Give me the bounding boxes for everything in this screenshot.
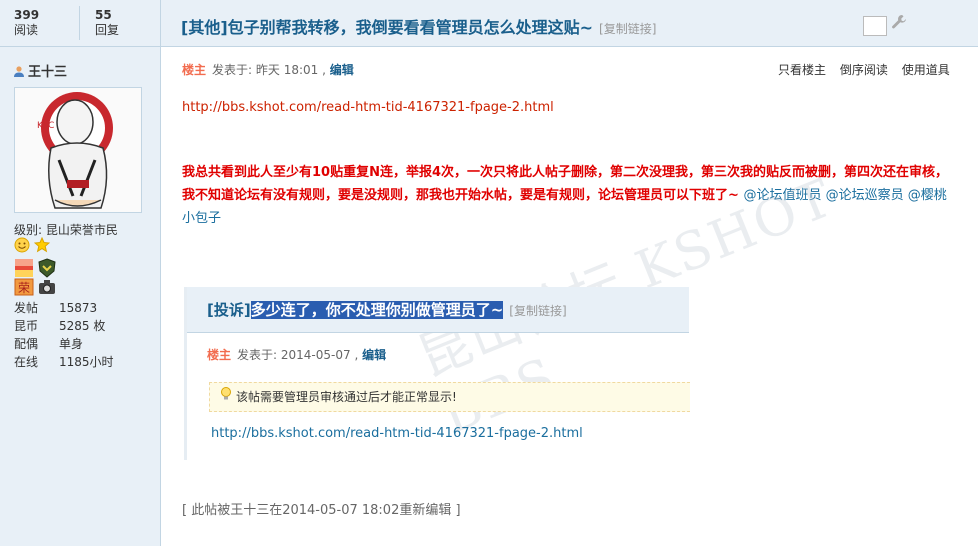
avatar[interactable]: KFC — [14, 87, 142, 213]
edit-link[interactable]: 编辑 — [330, 63, 354, 77]
fire-badge-icon: 荣 — [14, 278, 34, 299]
toolbar-checkbox[interactable] — [863, 16, 887, 36]
quoted-title-bar: [投诉]多少连了，你不处理你别做管理员了~ [复制链接] — [187, 287, 689, 333]
user-icon — [14, 66, 24, 77]
post-tools: 只看楼主 倒序阅读 使用道具 — [768, 61, 950, 78]
author-level: 级别: 昆山荣誉市民 — [14, 223, 118, 237]
quoted-copy-link[interactable]: [复制链接] — [509, 304, 566, 318]
smile-icon — [14, 237, 34, 256]
svg-text:荣: 荣 — [18, 281, 30, 295]
use-tools-link[interactable]: 使用道具 — [902, 63, 950, 77]
author-info: 发帖 15873 昆币 5285 枚 配偶 单身 在线 1185小时 — [14, 299, 154, 371]
review-notice-text: 该帖需要管理员审核通过后才能正常显示! — [236, 390, 457, 404]
wrench-icon[interactable] — [891, 14, 907, 34]
review-notice: 该帖需要管理员审核通过后才能正常显示! — [209, 382, 690, 412]
info-row: 发帖 15873 — [14, 301, 98, 315]
reverse-order-link[interactable]: 倒序阅读 — [840, 63, 888, 77]
views-count: 399 — [14, 8, 40, 22]
quoted-url-link[interactable]: http://bbs.kshot.com/read-htm-tid-416732… — [211, 426, 583, 441]
post-body: 我总共看到此人至少有10贴重复N连，举报4次，一次只将此人帖子删除，第二次没理我… — [182, 161, 958, 230]
svg-text:KFC: KFC — [37, 121, 54, 131]
edited-note: [ 此帖被王十三在2014-05-07 18:02重新编辑 ] — [182, 503, 461, 518]
replies-stat: 55 回复 — [95, 8, 155, 38]
thread-stats: 399 阅读 55 回复 — [0, 0, 161, 47]
star-icon — [33, 236, 51, 256]
post-url-link[interactable]: http://bbs.kshot.com/read-htm-tid-416732… — [182, 100, 554, 115]
quoted-title: [投诉]多少连了，你不处理你别做管理员了~ [复制链接] — [207, 299, 567, 320]
camera-badge-icon — [38, 279, 56, 298]
info-row: 在线 1185小时 — [14, 355, 114, 369]
views-stat: 399 阅读 — [14, 8, 74, 38]
views-label: 阅读 — [14, 23, 39, 37]
replies-count: 55 — [95, 8, 112, 22]
author-name-text: 王十三 — [28, 65, 68, 80]
thread-title: [其他]包子别帮我转移，我倒要看看管理员怎么处理这贴~ [复制链接] — [181, 14, 656, 38]
info-row: 昆币 5285 枚 — [14, 319, 106, 333]
quoted-post: [投诉]多少连了，你不处理你别做管理员了~ [复制链接] 楼主 发表于: 2014-… — [184, 287, 690, 460]
author-name[interactable]: 王十三 — [14, 61, 67, 80]
thread-title-bar: [其他]包子别帮我转移，我倒要看看管理员怎么处理这贴~ [复制链接] — [161, 0, 978, 47]
thread-title-text: [其他]包子别帮我转移，我倒要看看管理员怎么处理这贴~ — [181, 18, 594, 37]
stats-divider — [79, 6, 80, 40]
quoted-header: 楼主 发表于: 2014-05-07 , 编辑 — [207, 348, 387, 362]
quoted-floor-label: 楼主 — [207, 348, 232, 362]
post-time: 发表于: 昨天 18:01 — [212, 63, 319, 77]
only-author-link[interactable]: 只看楼主 — [778, 63, 826, 77]
quoted-tag: [投诉] — [207, 301, 251, 319]
info-row: 配偶 单身 — [14, 337, 84, 351]
badge-row-1 — [14, 236, 51, 256]
floor-label: 楼主 — [182, 63, 207, 77]
shield-badge-icon — [38, 258, 56, 281]
author-sidebar: 王十三 KFC 级别: 昆山荣誉市民 荣 发帖 15873 昆币 5285 枚 … — [0, 47, 161, 546]
quoted-post-time: 发表于: 2014-05-07 — [237, 348, 351, 362]
replies-label: 回复 — [95, 23, 120, 37]
quoted-edit-link[interactable]: 编辑 — [362, 348, 386, 362]
post-header: 楼主 发表于: 昨天 18:01 , 编辑 — [182, 63, 354, 77]
copy-link[interactable]: [复制链接] — [599, 22, 656, 36]
quoted-title-text: 多少连了，你不处理你别做管理员了~ — [250, 301, 504, 319]
bulb-icon — [220, 383, 232, 411]
